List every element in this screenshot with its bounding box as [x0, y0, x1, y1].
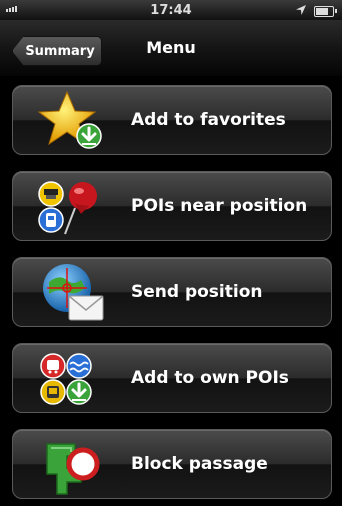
signal-strength-icon: [6, 6, 17, 12]
menu-item-label: Add to favorites: [131, 110, 286, 130]
menu-item-pois-near-position[interactable]: POIs near position: [12, 171, 332, 241]
menu-item-label: Block passage: [131, 454, 268, 474]
block-passage-icon: [37, 434, 107, 496]
battery-icon: [314, 6, 337, 17]
location-arrow-icon: [296, 4, 306, 19]
menu-item-send-position[interactable]: Send position: [12, 257, 332, 327]
status-bar: 17:44: [0, 0, 342, 20]
navigation-bar: Summary Menu: [0, 20, 342, 77]
status-time: 17:44: [150, 2, 192, 18]
menu-item-label: POIs near position: [131, 196, 308, 216]
globe-mail-icon: [37, 262, 107, 324]
page-title: Menu: [146, 38, 196, 57]
poi-pin-icon: [37, 176, 107, 238]
poi-add-icon: [37, 348, 107, 410]
star-download-icon: [37, 90, 107, 152]
menu-item-label: Send position: [131, 282, 263, 302]
menu-item-add-to-favorites[interactable]: Add to favorites: [12, 85, 332, 155]
menu-item-label: Add to own POIs: [131, 368, 289, 388]
menu-item-block-passage[interactable]: Block passage: [12, 429, 332, 499]
menu-item-add-to-own-pois[interactable]: Add to own POIs: [12, 343, 332, 413]
